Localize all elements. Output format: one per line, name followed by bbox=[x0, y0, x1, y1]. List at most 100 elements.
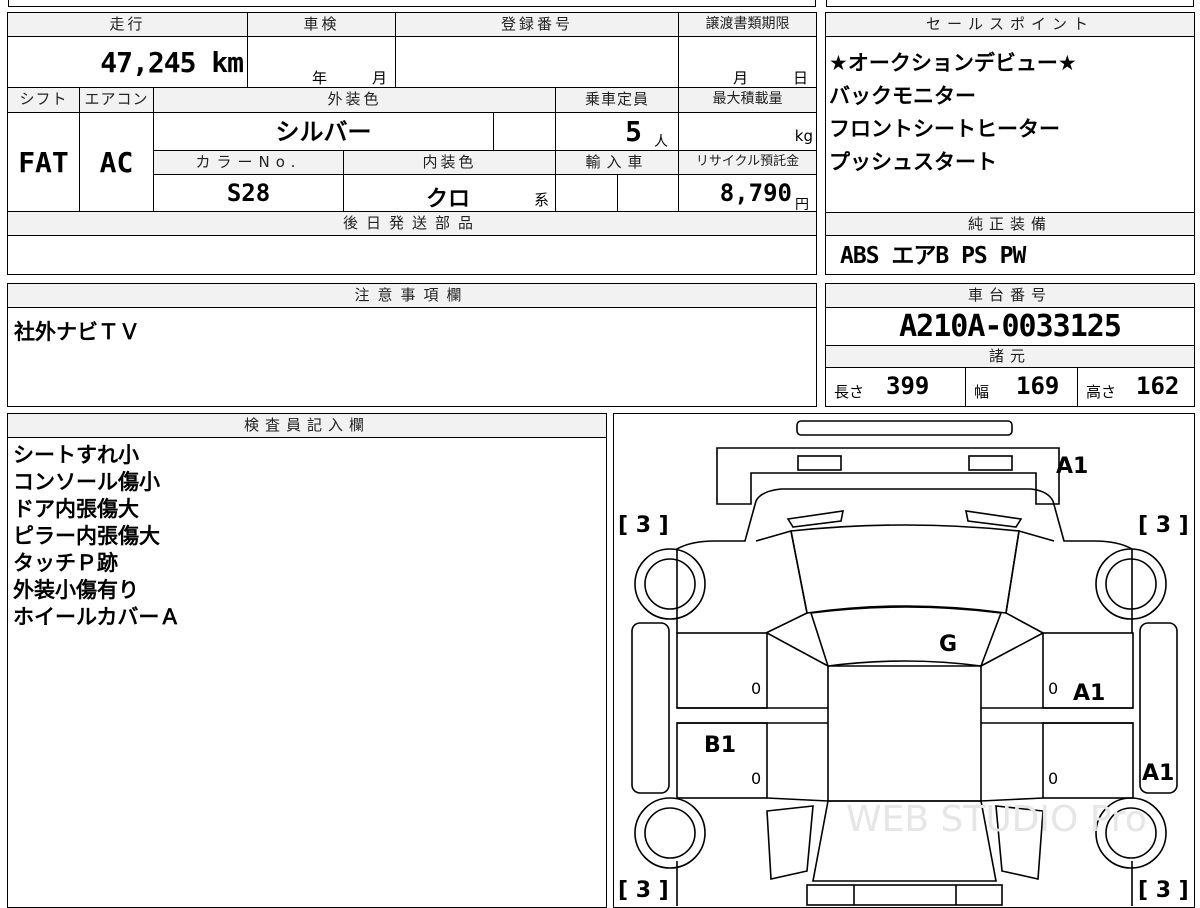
max-load-value: kg bbox=[679, 113, 816, 151]
sales-point-item: フロントシートヒーター bbox=[829, 117, 1060, 141]
int-color-suffix: 系 bbox=[533, 191, 549, 209]
inspector-box: 検査員記入欄 シートすれ小 コンソール傷小 ドア内張傷大 ピラー内張傷大 タッチ… bbox=[7, 413, 607, 908]
rear-quarter-left bbox=[766, 805, 814, 880]
rear-bumper bbox=[806, 884, 1003, 906]
chassis-number: A210A-0033125 bbox=[826, 308, 1194, 346]
deadline-day-label: 日 bbox=[793, 69, 811, 87]
length-label: 長さ bbox=[834, 383, 865, 401]
recycle-header: リサイクル預託金 bbox=[679, 151, 816, 175]
inspector-line: タッチＰ跡 bbox=[13, 551, 118, 575]
insp-month-label: 月 bbox=[372, 69, 390, 87]
a-pillar-right bbox=[1005, 529, 1055, 634]
mark-left-rear-door: B1 bbox=[704, 733, 736, 758]
inspector-line: ピラー内張傷大 bbox=[13, 524, 160, 548]
inspector-line: 外装小傷有り bbox=[13, 578, 139, 602]
height-label: 高さ bbox=[1086, 383, 1117, 401]
rear-body bbox=[676, 861, 1133, 906]
hood-trim-left bbox=[786, 510, 845, 528]
sales-points-header: セールスポイント bbox=[826, 13, 1194, 37]
roof bbox=[809, 606, 1003, 667]
inspector-line: コンソール傷小 bbox=[13, 470, 160, 494]
zero-mark: 0 bbox=[751, 679, 761, 698]
color-no-value: S28 bbox=[154, 175, 344, 212]
deadline-value: 月 日 bbox=[679, 37, 816, 88]
zero-mark: 0 bbox=[1048, 679, 1058, 698]
spec-height: 高さ 162 bbox=[1078, 368, 1194, 406]
height-value: 162 bbox=[1136, 372, 1180, 400]
inspector-line: ホイールカバーＡ bbox=[13, 605, 181, 629]
ac-header: エアコン bbox=[80, 88, 154, 113]
capacity-unit: 人 bbox=[654, 134, 668, 150]
chassis-header: 車台番号 bbox=[826, 284, 1194, 308]
mark-front-bumper: A1 bbox=[1056, 454, 1088, 479]
specs-header: 諸元 bbox=[826, 346, 1194, 368]
inspector-lines: シートすれ小 コンソール傷小 ドア内張傷大 ピラー内張傷大 タッチＰ跡 外装小傷… bbox=[13, 442, 180, 631]
a-pillar-left bbox=[755, 529, 808, 634]
ext-color-value: シルバー bbox=[154, 113, 494, 151]
headlight-right bbox=[968, 455, 1013, 471]
color-no-header: カラーNo. bbox=[154, 151, 344, 175]
notes-header: 注意事項欄 bbox=[8, 284, 816, 308]
int-color-value: クロ 系 bbox=[344, 175, 556, 212]
later-parts-value bbox=[8, 236, 816, 274]
import-value-b bbox=[618, 175, 679, 212]
front-bumper-strip bbox=[796, 420, 1013, 436]
mark-right-front-door: A1 bbox=[1073, 681, 1105, 706]
mark-right-rear-fender: A1 bbox=[1142, 761, 1174, 786]
standard-equip-header: 純正装備 bbox=[826, 212, 1194, 236]
mark-tire-fl: [ 3 ] bbox=[618, 513, 669, 538]
deadline-month-label: 月 bbox=[733, 69, 751, 87]
later-parts-header: 後日発送部品 bbox=[8, 212, 816, 236]
reg-no-header: 登録番号 bbox=[396, 13, 679, 37]
mark-tire-fr: [ 3 ] bbox=[1138, 513, 1189, 538]
watermark: WEB STUDIO Pro bbox=[846, 799, 1147, 840]
int-color-text: クロ bbox=[426, 187, 471, 212]
import-value-a bbox=[556, 175, 618, 212]
car-diagram: WEB STUDIO Pro A1 G A1 B1 A1 [ 3 ] [ 3 ]… bbox=[618, 420, 1189, 906]
notes-box: 注意事項欄 社外ナビＴＶ bbox=[7, 283, 817, 407]
top-partial-strip bbox=[0, 0, 1200, 7]
insp-year-label: 年 bbox=[312, 69, 330, 87]
ac-value: AC bbox=[80, 113, 154, 212]
int-color-header: 内装色 bbox=[344, 151, 556, 175]
spec-length: 長さ 399 bbox=[826, 368, 966, 406]
sales-point-item: プッシュスタート bbox=[829, 150, 997, 174]
width-value: 169 bbox=[1016, 372, 1060, 400]
headlight-left bbox=[797, 455, 842, 471]
recycle-unit: 円 bbox=[795, 197, 809, 213]
inspection-value: 年 月 bbox=[248, 37, 396, 88]
windshield bbox=[790, 524, 1020, 614]
deadline-header: 譲渡書類期限 bbox=[679, 13, 816, 37]
inspection-header: 車検 bbox=[248, 13, 396, 37]
body-outline bbox=[676, 488, 1133, 633]
width-label: 幅 bbox=[974, 383, 990, 401]
vehicle-info-table: 走行 車検 登録番号 譲渡書類期限 47,245 km 年 月 月 日 シフト … bbox=[7, 12, 817, 275]
standard-equip-value: ABS エアB PS PW bbox=[840, 243, 1026, 269]
mark-tire-rr: [ 3 ] bbox=[1138, 878, 1189, 903]
inspector-line: ドア内張傷大 bbox=[13, 497, 139, 521]
chassis-box: 車台番号 A210A-0033125 諸元 長さ 399 幅 169 高さ 16… bbox=[825, 283, 1195, 407]
mark-tire-rl: [ 3 ] bbox=[618, 878, 669, 903]
roof-panel bbox=[827, 665, 982, 802]
sales-point-item: ★オークションデビュー★ bbox=[829, 51, 1077, 75]
max-load-header: 最大積載量 bbox=[679, 88, 816, 113]
length-value: 399 bbox=[886, 372, 930, 400]
shift-value: FAT bbox=[8, 113, 80, 212]
hood-trim-right bbox=[964, 510, 1023, 528]
reg-no-value bbox=[396, 37, 679, 88]
inspector-line: シートすれ小 bbox=[13, 443, 139, 467]
capacity-header: 乗車定員 bbox=[556, 88, 679, 113]
import-header: 輸入車 bbox=[556, 151, 679, 175]
zero-mark: 0 bbox=[1048, 769, 1058, 788]
mileage-value: 47,245 km bbox=[8, 37, 248, 88]
mileage-header: 走行 bbox=[8, 13, 248, 37]
sales-point-item: バックモニター bbox=[829, 84, 976, 108]
inspector-header: 検査員記入欄 bbox=[8, 414, 606, 438]
shift-header: シフト bbox=[8, 88, 80, 113]
sill-left bbox=[631, 622, 670, 794]
spec-width: 幅 169 bbox=[966, 368, 1078, 406]
zero-mark: 0 bbox=[751, 769, 761, 788]
load-unit: kg bbox=[794, 127, 813, 145]
ext-color-header: 外装色 bbox=[154, 88, 556, 113]
sales-points-box: セールスポイント ★オークションデビュー★ バックモニター フロントシートヒータ… bbox=[825, 12, 1195, 275]
